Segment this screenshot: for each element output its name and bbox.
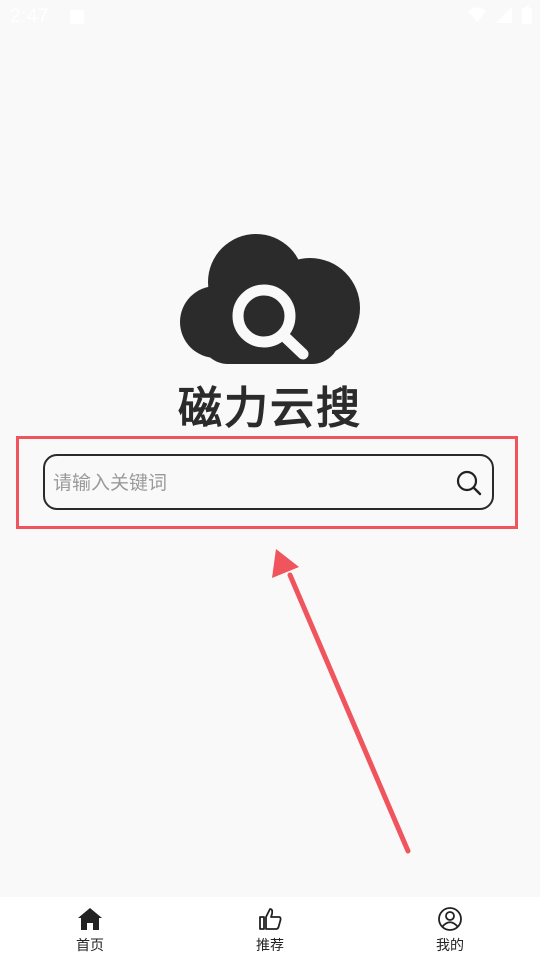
battery-icon bbox=[522, 6, 532, 24]
nav-item-mine[interactable]: 我的 bbox=[360, 897, 540, 960]
status-bar: 2:47 bbox=[0, 0, 540, 36]
home-icon bbox=[78, 908, 102, 930]
nav-label-home: 首页 bbox=[76, 938, 104, 954]
search-box bbox=[43, 454, 494, 510]
signal-icon bbox=[496, 7, 512, 23]
nav-label-mine: 我的 bbox=[436, 938, 464, 954]
status-icons bbox=[468, 6, 532, 24]
status-time: 2:47 bbox=[10, 6, 49, 27]
app-screen: 2:47 磁力云搜 请输入关键词 首页 推荐 我的 bbox=[0, 0, 540, 960]
wifi-icon bbox=[468, 7, 486, 22]
nav-item-recommend[interactable]: 推荐 bbox=[180, 897, 360, 960]
thumbs-up-icon bbox=[259, 908, 282, 930]
search-icon[interactable] bbox=[454, 468, 484, 498]
notification-icon bbox=[70, 10, 84, 24]
user-icon bbox=[438, 907, 462, 931]
bottom-nav: 首页 推荐 我的 bbox=[0, 897, 540, 960]
search-input[interactable] bbox=[51, 462, 445, 504]
nav-label-recommend: 推荐 bbox=[256, 938, 284, 954]
app-name: 磁力云搜 bbox=[178, 383, 362, 434]
nav-item-home[interactable]: 首页 bbox=[0, 897, 180, 960]
